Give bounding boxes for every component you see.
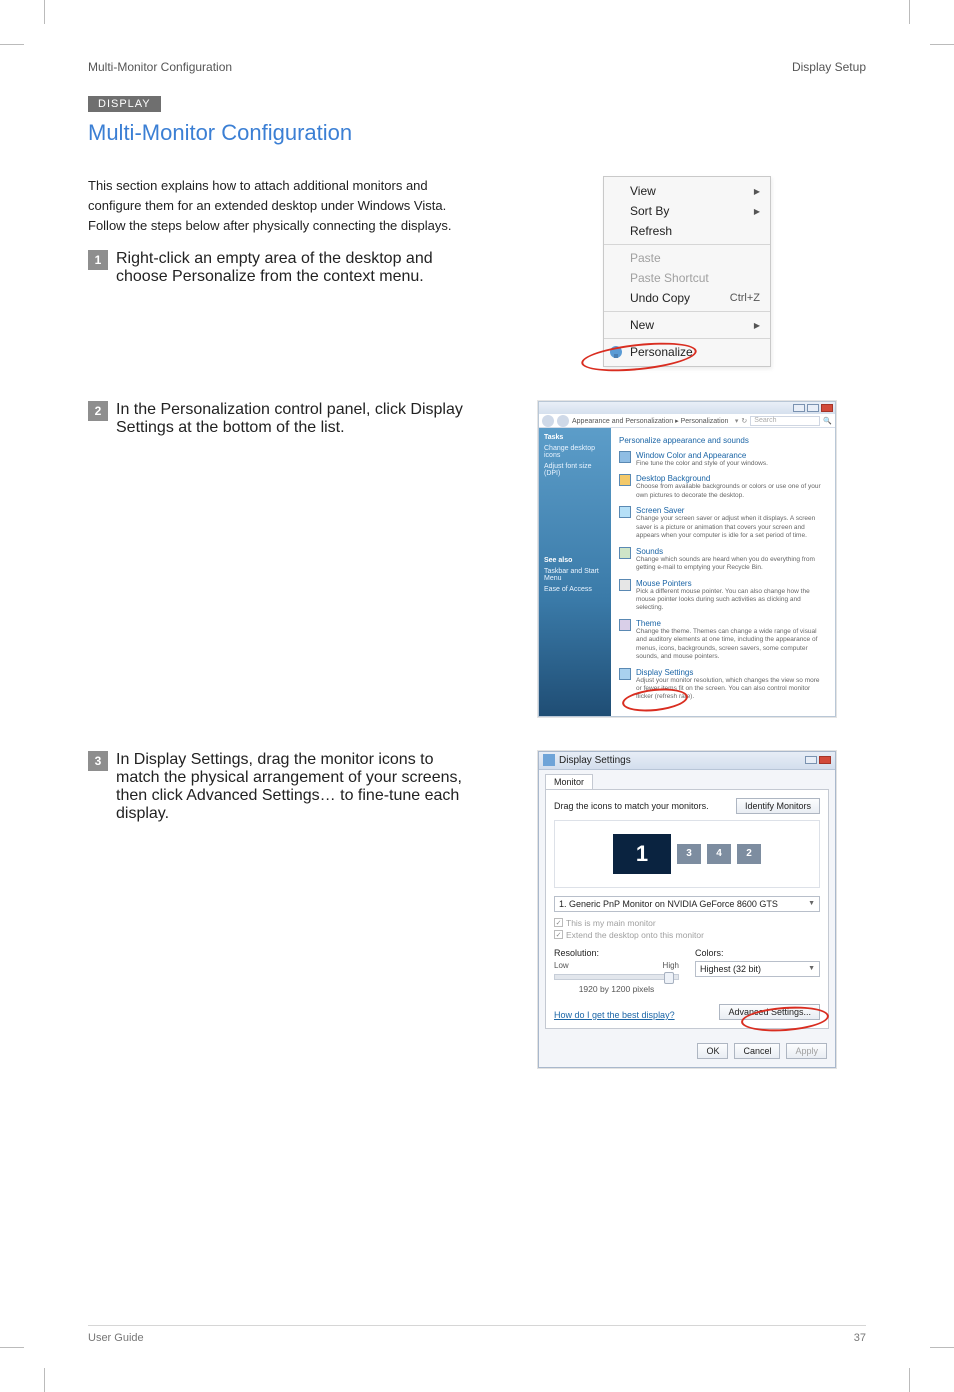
cp-titlebar bbox=[539, 402, 835, 414]
cp-address-bar: Appearance and Personalization ▸ Persona… bbox=[539, 414, 835, 428]
sounds-icon bbox=[619, 547, 631, 559]
close-button[interactable] bbox=[821, 404, 833, 412]
apply-button: Apply bbox=[786, 1043, 827, 1059]
header-right: Display Setup bbox=[792, 60, 866, 74]
mouse-icon bbox=[619, 579, 631, 591]
ctx-undo-copy[interactable]: Undo Copy Ctrl+Z bbox=[604, 288, 770, 308]
ds-help-button[interactable] bbox=[805, 756, 817, 764]
step-3-text: In Display Settings, drag the monitor ic… bbox=[116, 751, 478, 823]
cp-desc: Change your screen saver or adjust when … bbox=[636, 515, 827, 540]
ok-button[interactable]: OK bbox=[697, 1043, 728, 1059]
cp-link-theme[interactable]: Theme bbox=[636, 619, 661, 628]
ctx-separator-2 bbox=[604, 311, 770, 312]
forward-button-icon[interactable] bbox=[557, 415, 569, 427]
cp-link-sounds[interactable]: Sounds bbox=[636, 547, 663, 556]
resolution-slider[interactable] bbox=[554, 974, 679, 980]
cancel-button[interactable]: Cancel bbox=[734, 1043, 780, 1059]
sidebar-link-taskbar[interactable]: Taskbar and Start Menu bbox=[544, 568, 606, 582]
figure-2-personalization-window: Appearance and Personalization ▸ Persona… bbox=[538, 401, 836, 717]
theme-icon bbox=[619, 619, 631, 631]
colors-dropdown[interactable]: Highest (32 bit) bbox=[695, 961, 820, 977]
footer-product: User Guide bbox=[88, 1332, 144, 1344]
ds-instruction: Drag the icons to match your monitors. bbox=[554, 801, 709, 811]
step-1-text: Right-click an empty area of the desktop… bbox=[116, 250, 478, 286]
cp-link-desktop-bg[interactable]: Desktop Background bbox=[636, 474, 710, 483]
screensaver-icon bbox=[619, 506, 631, 518]
slider-high-label: High bbox=[663, 961, 679, 970]
search-input[interactable]: Search bbox=[750, 416, 820, 426]
ctx-separator-3 bbox=[604, 338, 770, 339]
running-header: Multi-Monitor Configuration Display Setu… bbox=[88, 60, 866, 74]
step-1-number: 1 bbox=[88, 250, 108, 270]
sidebar-link-ease[interactable]: Ease of Access bbox=[544, 586, 606, 593]
help-link-best-display[interactable]: How do I get the best display? bbox=[554, 1010, 675, 1020]
ds-titlebar: Display Settings bbox=[539, 752, 835, 770]
window-color-icon bbox=[619, 451, 631, 463]
cp-link-screensaver[interactable]: Screen Saver bbox=[636, 506, 684, 515]
figure-3-display-settings-window: Display Settings Monitor Drag the icons … bbox=[538, 751, 836, 1068]
step-2-text: In the Personalization control panel, cl… bbox=[116, 401, 478, 437]
cp-heading: Personalize appearance and sounds bbox=[619, 436, 827, 445]
ds-close-button[interactable] bbox=[819, 756, 831, 764]
back-button-icon[interactable] bbox=[542, 415, 554, 427]
cp-link-display-settings[interactable]: Display Settings bbox=[636, 668, 693, 677]
cp-desc: Change which sounds are heard when you d… bbox=[636, 556, 827, 573]
page-title: Multi-Monitor Configuration bbox=[88, 120, 866, 146]
monitor-arrangement-area[interactable]: 1 3 4 2 bbox=[554, 820, 820, 888]
ctx-undo-shortcut: Ctrl+Z bbox=[730, 292, 760, 304]
ctx-view[interactable]: View bbox=[604, 181, 770, 201]
display-settings-icon bbox=[619, 668, 631, 680]
cp-link-mouse[interactable]: Mouse Pointers bbox=[636, 579, 692, 588]
display-settings-title-icon bbox=[543, 754, 555, 766]
maximize-button[interactable] bbox=[807, 404, 819, 412]
intro-paragraph: This section explains how to attach addi… bbox=[88, 176, 478, 236]
resolution-value: 1920 by 1200 pixels bbox=[554, 984, 679, 994]
cp-desc: Choose from available backgrounds or col… bbox=[636, 483, 827, 500]
resolution-label: Resolution: bbox=[554, 948, 679, 958]
cp-link-window-color[interactable]: Window Color and Appearance bbox=[636, 451, 746, 460]
header-left: Multi-Monitor Configuration bbox=[88, 60, 232, 74]
sidebar-link-adjust-dpi[interactable]: Adjust font size (DPI) bbox=[544, 463, 606, 477]
slider-low-label: Low bbox=[554, 961, 569, 970]
breadcrumb[interactable]: Appearance and Personalization ▸ Persona… bbox=[572, 417, 732, 425]
ctx-paste-shortcut: Paste Shortcut bbox=[604, 268, 770, 288]
callout-circle-personalize bbox=[580, 338, 698, 376]
slider-thumb[interactable] bbox=[664, 972, 674, 984]
monitor-icon-3[interactable]: 3 bbox=[677, 844, 701, 864]
sidebar-tasks-header: Tasks bbox=[544, 434, 606, 441]
minimize-button[interactable] bbox=[793, 404, 805, 412]
sidebar-link-change-icons[interactable]: Change desktop icons bbox=[544, 445, 606, 459]
figure-1-context-menu: View Sort By Refresh Paste Paste Shortcu… bbox=[603, 176, 771, 367]
ctx-separator bbox=[604, 244, 770, 245]
monitor-icon-2[interactable]: 2 bbox=[737, 844, 761, 864]
step-2-number: 2 bbox=[88, 401, 108, 421]
ds-tab-monitor[interactable]: Monitor bbox=[545, 774, 593, 789]
cp-sidebar: Tasks Change desktop icons Adjust font s… bbox=[539, 428, 611, 716]
page-footer: User Guide 37 bbox=[88, 1325, 866, 1344]
search-icon[interactable]: 🔍 bbox=[823, 417, 832, 425]
monitor-select-dropdown[interactable]: 1. Generic PnP Monitor on NVIDIA GeForce… bbox=[554, 896, 820, 912]
cp-desc: Pick a different mouse pointer. You can … bbox=[636, 588, 827, 613]
step-3-number: 3 bbox=[88, 751, 108, 771]
cp-main: Personalize appearance and sounds Window… bbox=[611, 428, 835, 716]
colors-label: Colors: bbox=[695, 948, 820, 958]
desktop-bg-icon bbox=[619, 474, 631, 486]
ctx-sort-by[interactable]: Sort By bbox=[604, 201, 770, 221]
checkbox-extend-desktop: ✓Extend the desktop onto this monitor bbox=[554, 930, 820, 940]
monitor-icon-1[interactable]: 1 bbox=[613, 834, 671, 874]
checkbox-main-monitor: ✓This is my main monitor bbox=[554, 918, 820, 928]
footer-page-number: 37 bbox=[854, 1332, 866, 1344]
section-tag: DISPLAY bbox=[88, 96, 161, 112]
ctx-paste: Paste bbox=[604, 248, 770, 268]
monitor-icon-4[interactable]: 4 bbox=[707, 844, 731, 864]
sidebar-seealso-header: See also bbox=[544, 557, 606, 564]
ctx-new[interactable]: New bbox=[604, 315, 770, 335]
cp-desc: Change the theme. Themes can change a wi… bbox=[636, 628, 827, 662]
ds-title-text: Display Settings bbox=[559, 755, 631, 766]
identify-monitors-button[interactable]: Identify Monitors bbox=[736, 798, 820, 814]
ctx-refresh[interactable]: Refresh bbox=[604, 221, 770, 241]
cp-desc: Fine tune the color and style of your wi… bbox=[636, 460, 768, 468]
